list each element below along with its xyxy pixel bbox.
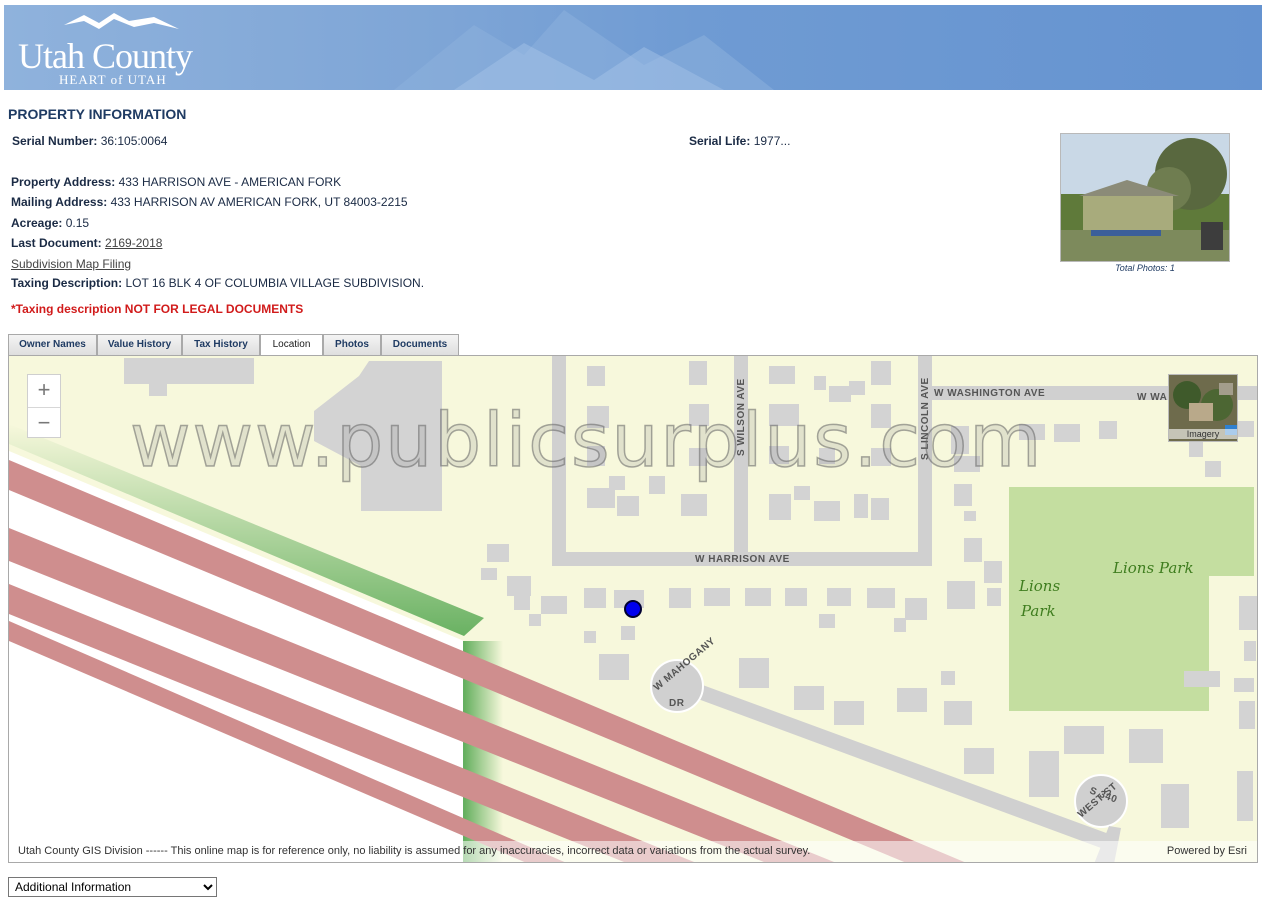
acreage-value: 0.15 bbox=[65, 216, 90, 230]
property-address-value: 433 HARRISON AVE - AMERICAN FORK bbox=[118, 175, 342, 189]
photo-count-caption: Total Photos: 1 bbox=[1115, 263, 1175, 273]
taxing-description-row: Taxing Description: LOT 16 BLK 4 OF COLU… bbox=[11, 276, 424, 290]
tab-value-history[interactable]: Value History bbox=[97, 334, 182, 355]
tab-owner-names[interactable]: Owner Names bbox=[8, 334, 97, 355]
subdivision-row: Subdivision Map Filing bbox=[11, 257, 131, 271]
mailing-address-value: 433 HARRISON AV AMERICAN FORK, UT 84003-… bbox=[110, 195, 408, 209]
county-logo-title: Utah County bbox=[18, 36, 193, 76]
additional-information-select[interactable]: Additional Information bbox=[8, 877, 217, 897]
street-label-mahogany-dr: DR bbox=[669, 698, 685, 709]
property-photo[interactable] bbox=[1060, 133, 1230, 262]
zoom-out-button[interactable]: − bbox=[28, 407, 60, 439]
zoom-in-button[interactable]: + bbox=[28, 375, 60, 407]
tab-photos[interactable]: Photos bbox=[323, 334, 381, 355]
county-logo-subtitle: HEART of UTAH bbox=[59, 72, 167, 87]
tab-documents[interactable]: Documents bbox=[381, 334, 459, 355]
legal-warning: *Taxing description NOT FOR LEGAL DOCUME… bbox=[11, 302, 304, 316]
tab-tax-history[interactable]: Tax History bbox=[182, 334, 260, 355]
acreage-row: Acreage: 0.15 bbox=[11, 216, 89, 230]
last-document-link[interactable]: 2169-2018 bbox=[105, 236, 162, 250]
attribution-text: Utah County GIS Division ------ This onl… bbox=[18, 845, 811, 857]
last-document-label: Last Document: bbox=[11, 236, 102, 250]
header-banner: Utah County HEART of UTAH bbox=[4, 5, 1262, 90]
park-label-lions-park: Lions Park bbox=[1112, 559, 1194, 577]
taxing-description-label: Taxing Description: bbox=[11, 276, 123, 290]
taxing-description-value: LOT 16 BLK 4 OF COLUMBIA VILLAGE SUBDIVI… bbox=[125, 276, 425, 290]
basemap-label: Imagery bbox=[1169, 429, 1237, 439]
street-label-washington-short: W WA bbox=[1137, 392, 1167, 403]
park-label-lions: Lions bbox=[1018, 577, 1060, 595]
street-label-wilson: S WILSON AVE bbox=[736, 378, 747, 456]
map-attribution: Utah County GIS Division ------ This onl… bbox=[9, 841, 1257, 862]
tab-location[interactable]: Location bbox=[260, 334, 323, 356]
serial-life-value: 1977... bbox=[753, 134, 791, 148]
property-address-label: Property Address: bbox=[11, 175, 116, 189]
zoom-control: + − bbox=[27, 374, 61, 438]
basemap-toggle-button[interactable]: Imagery bbox=[1168, 374, 1238, 442]
serial-number-row: Serial Number: 36:105:0064 bbox=[12, 134, 167, 148]
street-label-lincoln: S LINCOLN AVE bbox=[920, 377, 931, 460]
mountain-backdrop bbox=[64, 10, 774, 90]
page-title: PROPERTY INFORMATION bbox=[8, 106, 187, 122]
house-photo-image bbox=[1061, 134, 1229, 261]
serial-number-value: 36:105:0064 bbox=[100, 134, 168, 148]
property-location-marker bbox=[624, 600, 642, 618]
powered-by-esri-link[interactable]: Powered by Esri bbox=[1167, 841, 1247, 862]
property-address-row: Property Address: 433 HARRISON AVE - AME… bbox=[11, 175, 341, 189]
street-label-harrison: W HARRISON AVE bbox=[695, 554, 790, 565]
park-label-park: Park bbox=[1020, 602, 1056, 620]
mailing-address-row: Mailing Address: 433 HARRISON AV AMERICA… bbox=[11, 195, 408, 209]
serial-number-label: Serial Number: bbox=[12, 134, 98, 148]
acreage-label: Acreage: bbox=[11, 216, 63, 230]
location-map[interactable]: W WASHINGTON AVE W WA S WILSON AVE S LIN… bbox=[8, 355, 1258, 863]
subdivision-map-link[interactable]: Subdivision Map Filing bbox=[11, 257, 131, 271]
map-canvas: W WASHINGTON AVE W WA S WILSON AVE S LIN… bbox=[9, 356, 1257, 862]
street-label-washington: W WASHINGTON AVE bbox=[934, 388, 1045, 399]
mailing-address-label: Mailing Address: bbox=[11, 195, 108, 209]
last-document-row: Last Document: 2169-2018 bbox=[11, 236, 162, 250]
serial-life-row: Serial Life: 1977... bbox=[689, 134, 790, 148]
serial-life-label: Serial Life: bbox=[689, 134, 751, 148]
